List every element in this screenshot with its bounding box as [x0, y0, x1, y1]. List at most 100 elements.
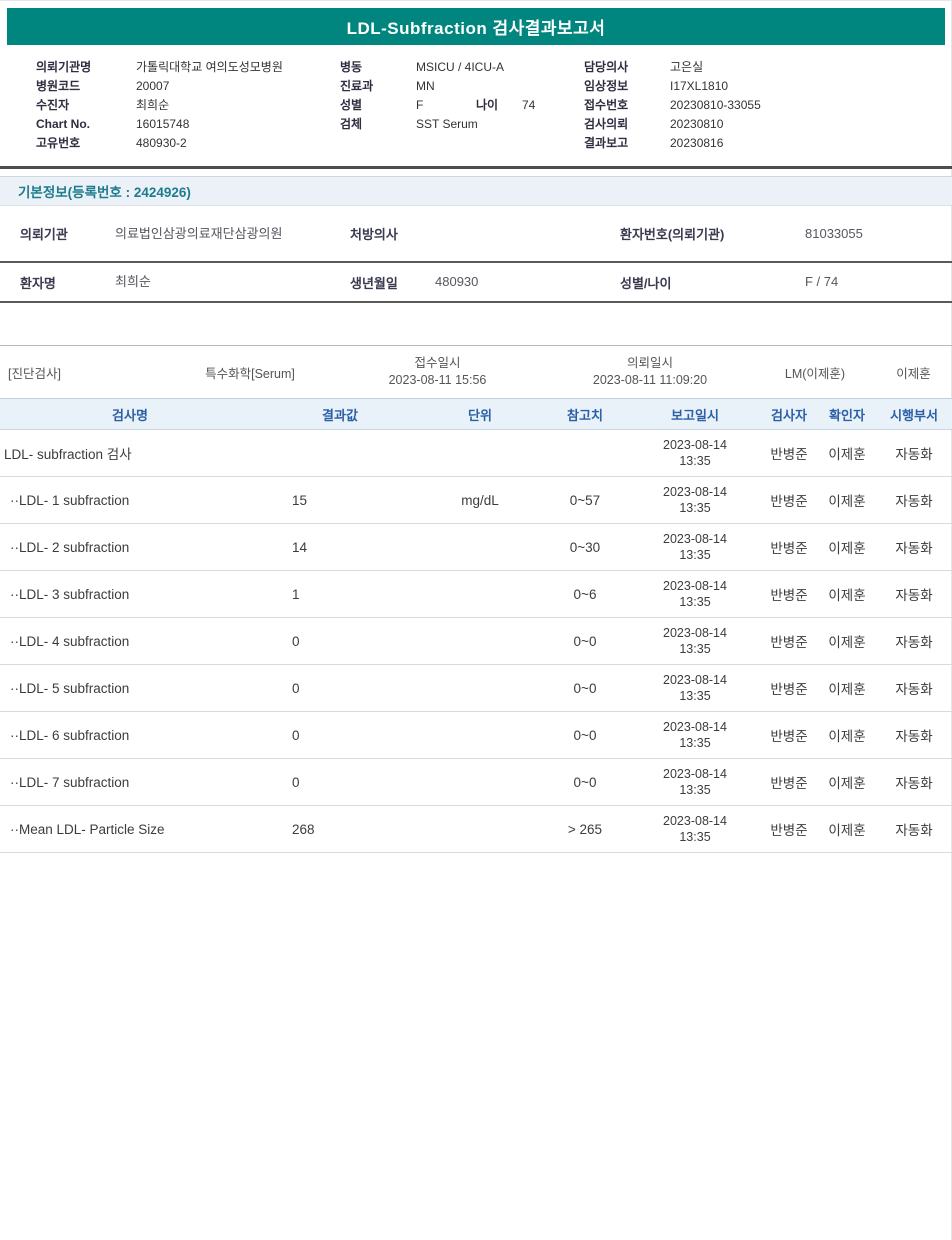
col-header-department: 시행부서: [876, 399, 952, 430]
field-value: SST Serum: [416, 115, 478, 134]
confirmer-name: 이제훈: [818, 618, 876, 665]
sex-age-value: F / 74: [805, 262, 952, 302]
report-title-bar: LDL-Subfraction 검사결과보고서: [7, 8, 945, 45]
result-row: ··LDL- 4 subfraction00~02023-08-14 13:35…: [0, 618, 952, 665]
department: 자동화: [876, 759, 952, 806]
result-row: LDL- subfraction 검사2023-08-14 13:35반병준이제…: [0, 430, 952, 477]
basic-info-row: 의뢰기관 의료법인삼광의료재단삼광의원 처방의사 환자번호(의뢰기관) 8103…: [0, 206, 952, 262]
field-label: 담당의사: [584, 58, 670, 77]
confirmer-name: 이제훈: [818, 524, 876, 571]
field-value: MSICU / 4ICU-A: [416, 58, 504, 77]
birthdate-value: 480930: [435, 262, 600, 302]
patient-name-value: 최희순: [115, 262, 330, 302]
report-datetime: 2023-08-14 13:35: [630, 806, 760, 853]
field-label: 임상정보: [584, 77, 670, 96]
results-tbody: LDL- subfraction 검사2023-08-14 13:35반병준이제…: [0, 430, 952, 853]
results-table: 검사명 결과값 단위 참고치 보고일시 검사자 확인자 시행부서 LDL- su…: [0, 398, 952, 853]
field-value: 20230810: [670, 115, 723, 134]
requesting-org-value: 의료법인삼광의료재단삼광의원: [115, 206, 330, 262]
header-field: 병원코드20007: [36, 77, 340, 96]
result-value: 0: [260, 759, 420, 806]
header-field: 검체SST Serum: [340, 115, 584, 134]
test-name: ··LDL- 5 subfraction: [0, 665, 260, 712]
confirmer-name: 이제훈: [818, 665, 876, 712]
report-page: LDL-Subfraction 검사결과보고서 의뢰기관명가톨릭대학교 여의도성…: [0, 1, 952, 853]
field-value: MN: [416, 77, 435, 96]
header-field: 의뢰기관명가톨릭대학교 여의도성모병원: [36, 58, 340, 77]
birthdate-label: 생년월일: [330, 262, 435, 302]
department: 자동화: [876, 571, 952, 618]
prescribing-doctor-value: [435, 206, 600, 262]
reference-range: 0~0: [540, 618, 630, 665]
field-label: 수진자: [36, 96, 136, 115]
header-field: 접수번호20230810-33055: [584, 96, 944, 115]
field-value: 20230810-33055: [670, 96, 761, 115]
test-name: LDL- subfraction 검사: [0, 430, 260, 477]
field-value: F: [416, 96, 476, 115]
reference-range: [540, 430, 630, 477]
unit: [420, 618, 540, 665]
reader-name: 이제훈: [875, 363, 952, 382]
confirmer-name: 이제훈: [818, 759, 876, 806]
receipt-label: 접수일시: [414, 355, 460, 372]
tester-name: 반병준: [760, 571, 818, 618]
department: 자동화: [876, 477, 952, 524]
basic-info-table: 의뢰기관 의료법인삼광의료재단삼광의원 처방의사 환자번호(의뢰기관) 8103…: [0, 206, 952, 303]
col-header-test-name: 검사명: [0, 399, 260, 430]
field-label: Chart No.: [36, 115, 136, 134]
col-header-reported: 보고일시: [630, 399, 760, 430]
field-value: 20230816: [670, 134, 723, 153]
result-value: 0: [260, 712, 420, 759]
tester-name: 반병준: [760, 430, 818, 477]
result-value: 14: [260, 524, 420, 571]
patient-name-label: 환자명: [0, 262, 115, 302]
tester-name: 반병준: [760, 524, 818, 571]
header-field: Chart No.16015748: [36, 115, 340, 134]
reference-range: 0~6: [540, 571, 630, 618]
field-label: 진료과: [340, 77, 416, 96]
request-value: 2023-08-11 11:09:20: [593, 372, 707, 389]
patient-number-label: 환자번호(의뢰기관): [600, 206, 805, 262]
unit: [420, 712, 540, 759]
unit: [420, 665, 540, 712]
field-value: 16015748: [136, 115, 189, 134]
test-name: ··Mean LDL- Particle Size: [0, 806, 260, 853]
header-field: 수진자최희순: [36, 96, 340, 115]
field-label: 접수번호: [584, 96, 670, 115]
header-field: 검사의뢰20230810: [584, 115, 944, 134]
lab-code: LM(이제훈): [755, 363, 875, 382]
specimen-band: [진단검사] 특수화학[Serum] 접수일시 2023-08-11 15:56…: [0, 346, 952, 398]
sex-age-label: 성별/나이: [600, 262, 805, 302]
field-label: 나이: [476, 96, 522, 115]
header-field: 고유번호480930-2: [36, 134, 340, 153]
exam-category: [진단검사]: [0, 363, 170, 382]
field-value: 20007: [136, 77, 169, 96]
department: 자동화: [876, 430, 952, 477]
results-header-row: 검사명 결과값 단위 참고치 보고일시 검사자 확인자 시행부서: [0, 399, 952, 430]
header-col-2: 병동MSICU / 4ICU-A진료과MN성별F나이74검체SST Serum: [340, 58, 584, 153]
field-label: 의뢰기관명: [36, 58, 136, 77]
patient-number-value: 81033055: [805, 206, 952, 262]
field-label: 병동: [340, 58, 416, 77]
section-divider: [0, 166, 952, 169]
header-info: 의뢰기관명가톨릭대학교 여의도성모병원병원코드20007수진자최희순Chart …: [0, 45, 952, 163]
department: 자동화: [876, 806, 952, 853]
report-datetime: 2023-08-14 13:35: [630, 618, 760, 665]
field-label: 검체: [340, 115, 416, 134]
tester-name: 반병준: [760, 806, 818, 853]
field-value: 가톨릭대학교 여의도성모병원: [136, 58, 283, 77]
header-field: 진료과MN: [340, 77, 584, 96]
col-header-unit: 단위: [420, 399, 540, 430]
col-header-tester: 검사자: [760, 399, 818, 430]
unit: [420, 430, 540, 477]
prescribing-doctor-label: 처방의사: [330, 206, 435, 262]
confirmer-name: 이제훈: [818, 712, 876, 759]
reference-range: 0~0: [540, 759, 630, 806]
result-row: ··Mean LDL- Particle Size268> 2652023-08…: [0, 806, 952, 853]
result-row: ··LDL- 3 subfraction10~62023-08-14 13:35…: [0, 571, 952, 618]
unit: [420, 759, 540, 806]
basic-info-title: 기본정보(등록번호 : 2424926): [18, 181, 191, 201]
field-label: 결과보고: [584, 134, 670, 153]
field-value: 74: [522, 96, 535, 115]
header-field: 담당의사고은실: [584, 58, 944, 77]
